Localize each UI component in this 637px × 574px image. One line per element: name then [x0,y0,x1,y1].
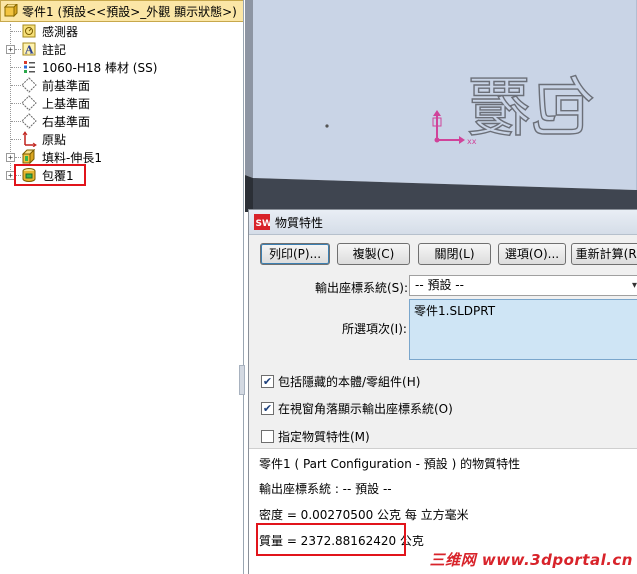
origin-icon [21,131,37,147]
close-button[interactable]: 關閉(L) [418,243,491,265]
recalculate-button[interactable]: 重新計算(R) [571,243,637,265]
results-heading: 零件1 ( Part Configuration - 預設 ) 的物質特性 [259,457,521,471]
splitter-grip[interactable] [239,365,245,395]
tree-item-material[interactable]: 1060-H18 棒材 (SS) [0,58,243,76]
include-hidden-checkbox[interactable]: ✔ 包括隱藏的本體/零組件(H) [261,373,420,389]
expand-icon[interactable]: + [6,45,15,54]
checkbox-label: 包括隱藏的本體/零組件(H) [278,374,421,389]
checkbox-label: 在視窗角落顯示輸出座標系統(O) [278,401,453,416]
graphics-viewport[interactable]: 包覆 xx [245,0,637,212]
svg-text:xx: xx [467,137,477,146]
sensor-icon [21,23,37,39]
checkbox-label: 指定物質特性(M) [278,429,370,444]
copy-button[interactable]: 複製(C) [337,243,410,265]
tree-item-label: 填料-伸長1 [42,150,102,165]
annotation-icon: A [21,41,37,57]
show-coord-system-checkbox[interactable]: ✔ 在視窗角落顯示輸出座標系統(O) [261,400,453,416]
tree-item-annotations[interactable]: + A 註記 [0,40,243,58]
chevron-down-icon: ▾ [631,280,637,291]
selected-item[interactable]: 零件1.SLDPRT [414,304,495,318]
assign-properties-checkbox[interactable]: 指定物質特性(M) [261,428,370,444]
coord-system-value: -- 預設 -- [415,278,464,292]
tree-item-label: 上基準面 [42,96,91,111]
tree-item-top-plane[interactable]: 上基準面 [0,94,243,112]
tree-item-label: 前基準面 [42,78,91,93]
coord-system-label: 輸出座標系統(S): [315,281,409,295]
results-coord-line: 輸出座標系統 : -- 預設 -- [259,482,392,496]
model-side-face [245,0,253,178]
embossed-text: 包覆 [467,72,595,146]
selected-items-label: 所選項次(I): [342,322,407,336]
watermark: 三维网 www.3dportal.cn [429,551,633,569]
highlight-box [256,523,406,556]
highlight-box [14,164,86,186]
tree-item-label: 原點 [42,132,67,147]
tree-item-label: 1060-H18 棒材 (SS) [42,60,158,75]
tree-item-label: 右基準面 [42,114,91,129]
plane-icon [21,77,37,93]
expand-icon[interactable]: + [6,153,15,162]
model-view: 包覆 xx [245,0,637,212]
print-button[interactable]: 列印(P)... [260,243,330,265]
tree-item-label: 註記 [42,42,67,57]
tree-item-front-plane[interactable]: 前基準面 [0,76,243,94]
extrude-icon [21,149,37,165]
checkbox-unchecked-icon[interactable] [261,429,274,443]
feature-manager-tree: 零件1 (預設<<預設>_外觀 顯示狀態>) 感測器 + A 註記 1060-H… [0,0,244,574]
material-icon [21,59,37,75]
plane-icon [21,95,37,111]
part-icon [4,4,18,18]
tree-item-label: 感測器 [42,24,79,39]
tree-root-part[interactable]: 零件1 (預設<<預設>_外觀 顯示狀態>) [0,0,243,22]
solidworks-icon: SW [254,214,270,230]
tree-item-right-plane[interactable]: 右基準面 [0,112,243,130]
tree-root-label: 零件1 (預設<<預設>_外觀 顯示狀態>) [22,4,237,19]
checkbox-checked-icon[interactable]: ✔ [261,401,274,415]
checkbox-checked-icon[interactable]: ✔ [261,374,274,388]
dialog-title: 物質特性 [275,215,324,230]
mass-properties-dialog: SW 物質特性 列印(P)... 複製(C) 關閉(L) 選項(O)... 重新… [248,209,637,574]
svg-text:SW: SW [256,219,271,229]
dialog-titlebar[interactable]: SW 物質特性 [249,210,637,235]
plane-icon [21,113,37,129]
coord-system-select[interactable]: -- 預設 -- ▾ [409,275,637,296]
tree-item-sensors[interactable]: 感測器 [0,22,243,40]
embossed-text-outline: 包覆 [466,71,595,146]
options-button[interactable]: 選項(O)... [498,243,566,265]
results-density: 密度 = 0.00270500 公克 每 立方毫米 [259,508,469,522]
selected-items-list[interactable]: 零件1.SLDPRT [409,299,637,360]
svg-text:A: A [24,44,34,57]
tree-item-origin[interactable]: 原點 [0,130,243,148]
